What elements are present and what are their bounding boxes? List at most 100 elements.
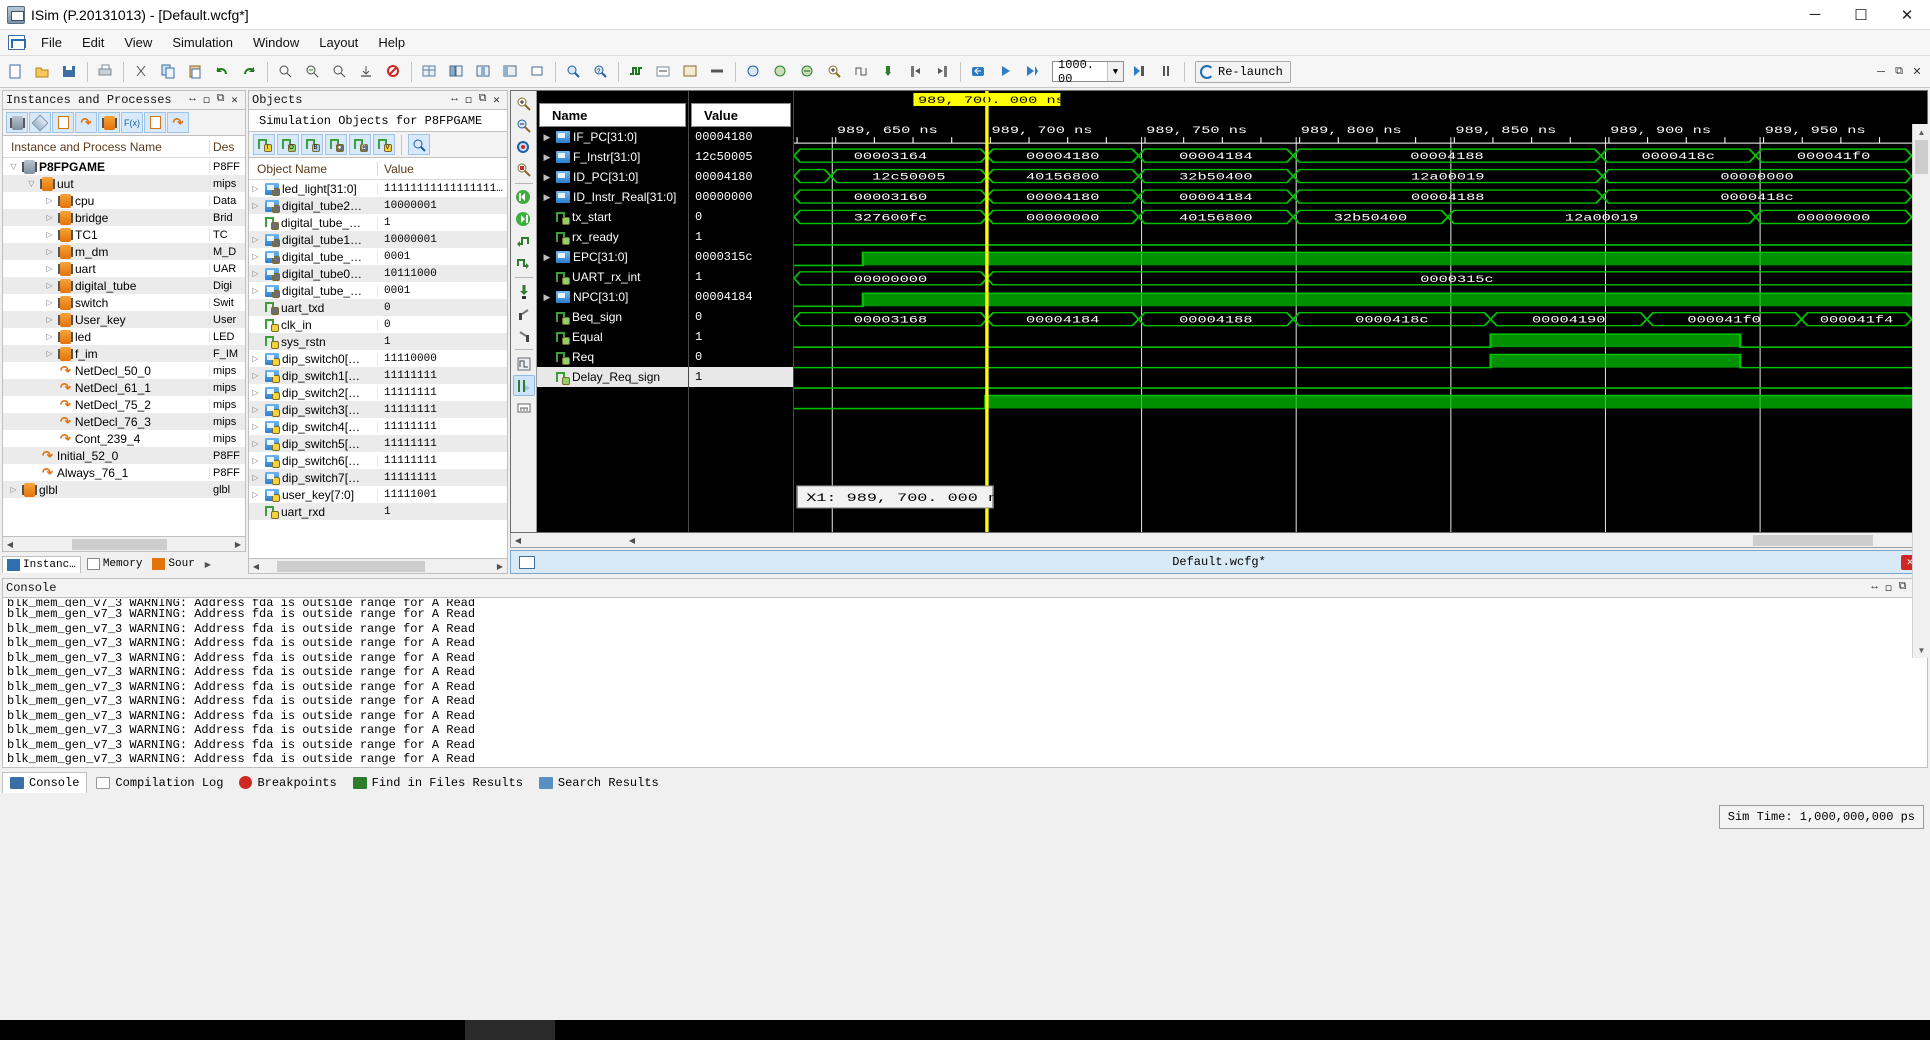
expand-arrow-icon[interactable]: ▷ <box>43 230 56 239</box>
objects-list[interactable]: Object Name Value ▷ led_light[31:0] 111111… <box>248 158 508 559</box>
instance-row[interactable]: ↷ Always_76_1 P8FF <box>3 464 245 481</box>
run-all-icon[interactable] <box>993 59 1018 84</box>
expand-arrow-icon[interactable]: ▷ <box>43 315 56 324</box>
instance-row[interactable]: ▷ digital_tube Digi <box>3 277 245 294</box>
expand-arrow-icon[interactable]: ▷ <box>43 349 56 358</box>
waveform-signal-row[interactable]: Delay_Req_sign <box>537 367 688 387</box>
zoom-fit-icon[interactable] <box>795 59 820 84</box>
document-vscrollbar[interactable]: ▲ ▼ <box>1912 124 1930 658</box>
wave-scroll-track[interactable] <box>525 533 625 547</box>
doc-minimize-button[interactable]: ─ <box>1872 63 1890 81</box>
new-icon[interactable] <box>3 59 28 84</box>
save-icon[interactable] <box>57 59 82 84</box>
expand-arrow-icon[interactable]: ▷ <box>43 247 56 256</box>
object-row[interactable]: ▷ digital_tube_… 0001 <box>249 282 507 299</box>
objects-hscrollbar[interactable]: ◀ ▶ <box>248 559 508 574</box>
waveform-signal-row[interactable]: Req <box>537 347 688 367</box>
tab-breakpoints[interactable]: Breakpoints <box>232 773 343 793</box>
filter-output-ports-icon[interactable]: O <box>277 134 299 155</box>
float-icon[interactable] <box>525 59 550 84</box>
panel-resize-icon[interactable]: ↔ <box>187 93 198 107</box>
go-to-start-icon[interactable] <box>513 187 535 208</box>
filter-inout-ports-icon[interactable]: B <box>301 134 323 155</box>
menu-edit[interactable]: Edit <box>72 32 114 53</box>
object-row[interactable]: clk_in 0 <box>249 316 507 333</box>
waveform-signal-row[interactable]: Beq_sign <box>537 307 688 327</box>
waveform-signal-row[interactable]: ▶ ID_PC[31:0] <box>537 167 688 187</box>
expand-arrow-icon[interactable]: ▷ <box>249 388 262 397</box>
expand-arrow-icon[interactable]: ▷ <box>249 354 262 363</box>
search-objects-icon[interactable] <box>561 59 586 84</box>
tab-compilation-log[interactable]: Compilation Log <box>89 773 230 793</box>
object-row[interactable]: ▷ dip_switch2[… 11111111 <box>249 384 507 401</box>
redo-icon[interactable] <box>237 59 262 84</box>
expand-arrow-icon[interactable]: ▽ <box>25 179 38 188</box>
instance-row[interactable]: ↷ Initial_52_0 P8FF <box>3 447 245 464</box>
expand-arrow-icon[interactable]: ▶ <box>541 172 553 183</box>
filter-variables-icon[interactable]: V <box>373 134 395 155</box>
object-row[interactable]: ▷ digital_tube_… 0001 <box>249 248 507 265</box>
scroll-track[interactable] <box>17 537 231 551</box>
align-left-icon[interactable] <box>444 59 469 84</box>
wave-scroll-left2-icon[interactable]: ◀ <box>625 536 639 545</box>
waveform-signal-row[interactable]: UART_rx_int <box>537 267 688 287</box>
instance-row[interactable]: ↷ NetDecl_75_2 mips <box>3 396 245 413</box>
object-row[interactable]: sys_rstn 1 <box>249 333 507 350</box>
objects-scroll-track[interactable] <box>263 559 493 573</box>
waveform-plot[interactable]: 989, 700. 000 ns 989, 650 ns 989, 700 ns 98… <box>794 91 1927 532</box>
expand-arrow-icon[interactable]: ▷ <box>249 269 262 278</box>
objects-panel-close-icon[interactable]: ✕ <box>491 93 502 107</box>
taskbar-item[interactable] <box>465 1020 555 1040</box>
expand-arrow-icon[interactable]: ▷ <box>43 332 56 341</box>
object-row[interactable]: ▷ digital_tube2… 10000001 <box>249 197 507 214</box>
restart-icon[interactable] <box>966 59 991 84</box>
expand-arrow-icon[interactable]: ▷ <box>249 405 262 414</box>
object-row[interactable]: ▷ user_key[7:0] 11111001 <box>249 486 507 503</box>
open-icon[interactable] <box>30 59 55 84</box>
tab-instances[interactable]: Instanc… <box>2 555 81 573</box>
doc-restore-button[interactable]: ⧉ <box>1890 63 1908 81</box>
expand-arrow-icon[interactable]: ▶ <box>541 192 553 203</box>
marker-next-icon[interactable] <box>930 59 955 84</box>
object-row[interactable]: ▷ dip_switch5[… 11111111 <box>249 435 507 452</box>
console-maximize-icon[interactable]: ◻ <box>1883 581 1894 595</box>
prev-transition-icon[interactable] <box>513 231 535 252</box>
expand-arrow-icon[interactable]: ▷ <box>249 235 262 244</box>
find-next-icon[interactable] <box>300 59 325 84</box>
wave-scroll-thumb[interactable] <box>1753 534 1873 546</box>
find-prev-icon[interactable] <box>327 59 352 84</box>
waveform-canvas[interactable]: 989, 700. 000 ns 989, 650 ns 989, 700 ns 98… <box>794 91 1927 532</box>
expand-arrow-icon[interactable]: ▽ <box>7 162 20 171</box>
expand-arrow-icon[interactable]: ▷ <box>43 264 56 273</box>
expand-arrow-icon[interactable]: ▶ <box>541 252 553 263</box>
console-resize-icon[interactable]: ↔ <box>1869 581 1880 595</box>
instance-row[interactable]: ↷ NetDecl_61_1 mips <box>3 379 245 396</box>
console-output[interactable]: blk_mem_gen_v7_3 WARNING: Address fda is… <box>2 598 1928 768</box>
zoom-to-cursor-icon[interactable] <box>513 159 535 180</box>
snap-to-transition-icon[interactable] <box>513 353 535 374</box>
expand-arrow-icon[interactable]: ▷ <box>7 485 20 494</box>
pause-icon[interactable] <box>1154 59 1179 84</box>
instances-tree[interactable]: Instance and Process Name Des ▽ P8FPGAME P… <box>2 136 246 537</box>
tab-search-results[interactable]: Search Results <box>532 773 666 793</box>
objects-scroll-left-icon[interactable]: ◀ <box>249 562 263 571</box>
next-transition-icon[interactable] <box>513 253 535 274</box>
group-icon[interactable] <box>678 59 703 84</box>
instance-row[interactable]: ▷ switch Swit <box>3 294 245 311</box>
show-design-units-icon[interactable] <box>29 112 51 133</box>
waveform-icon[interactable] <box>624 59 649 84</box>
object-row[interactable]: uart_txd 0 <box>249 299 507 316</box>
instance-row[interactable]: ▷ cpu Data <box>3 192 245 209</box>
zoom-fit-icon[interactable] <box>513 137 535 158</box>
menu-help[interactable]: Help <box>368 32 415 53</box>
align-right-icon[interactable] <box>498 59 523 84</box>
instance-row[interactable]: ▽ P8FPGAME P8FF <box>3 158 245 175</box>
object-row[interactable]: ▷ digital_tube0… 10111000 <box>249 265 507 282</box>
waveform-signal-row[interactable]: ▶ F_Instr[31:0] <box>537 147 688 167</box>
show-processes-icon[interactable]: ↷ <box>75 112 97 133</box>
copy-icon[interactable] <box>156 59 181 84</box>
tabs-scroll-icon[interactable]: ▶ <box>201 560 215 569</box>
floating-ruler-icon[interactable] <box>512 375 535 396</box>
chevron-down-icon[interactable]: ▼ <box>1107 62 1123 81</box>
expand-arrow-icon[interactable]: ▷ <box>249 473 262 482</box>
